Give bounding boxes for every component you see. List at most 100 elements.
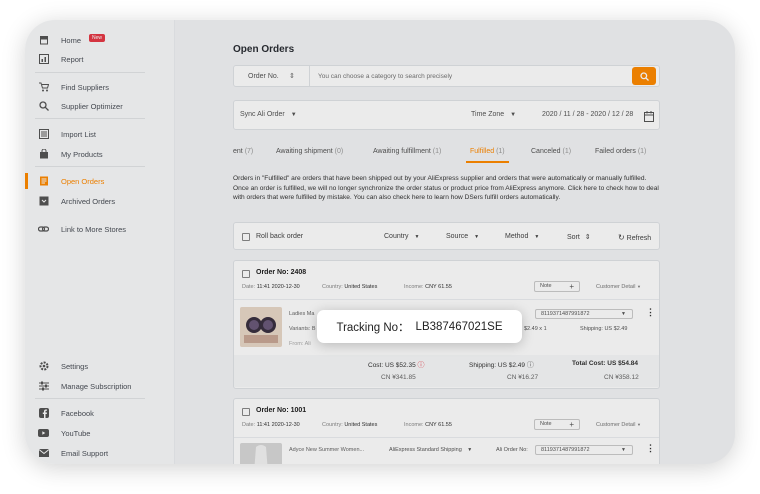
sidebar-item-label: Archived Orders bbox=[61, 196, 116, 206]
ali-order-label: Ali Order No: bbox=[496, 447, 528, 453]
divider bbox=[35, 118, 145, 119]
note-button[interactable]: Note + bbox=[534, 281, 580, 292]
date-range-input[interactable]: 2020 / 11 / 28 - 2020 / 12 / 28 bbox=[542, 111, 633, 118]
order-date: Date: 11:41 2020-12-30 bbox=[242, 422, 300, 428]
source-label: Source bbox=[446, 233, 469, 240]
sidebar-item-archived-orders[interactable]: Archived Orders bbox=[25, 191, 175, 211]
sidebar-item-email-support[interactable]: Email Support bbox=[25, 443, 175, 463]
search-category-select[interactable]: Order No. ⇕ bbox=[234, 66, 310, 86]
product-name[interactable]: Adyce New Summer Women... bbox=[289, 447, 364, 453]
sort-filter[interactable]: Sort ⇕ bbox=[567, 233, 591, 241]
order-number: Order No: 1001 bbox=[256, 407, 307, 414]
sidebar-item-find-suppliers[interactable]: Find Suppliers bbox=[25, 77, 175, 97]
search-input[interactable] bbox=[318, 66, 628, 86]
tab-label: Awaiting shipment bbox=[276, 148, 333, 155]
sidebar-item-supplier-optimizer[interactable]: Supplier Optimizer bbox=[25, 96, 175, 116]
sidebar-item-label: My Products bbox=[61, 149, 103, 159]
tab-count: (7) bbox=[244, 148, 254, 155]
facebook-icon bbox=[38, 408, 49, 419]
sidebar-item-home[interactable]: Home New bbox=[25, 30, 175, 50]
customer-detail-toggle[interactable]: Customer Detail ▼ bbox=[596, 422, 641, 428]
order-country: Country: United States bbox=[322, 422, 378, 428]
timezone-select[interactable]: Time Zone ▼ bbox=[471, 111, 516, 118]
order-country: Country: United States bbox=[322, 284, 378, 290]
sidebar-item-import-list[interactable]: Import List bbox=[25, 124, 175, 144]
sidebar-item-open-orders[interactable]: Open Orders bbox=[25, 171, 175, 191]
plus-icon: + bbox=[569, 282, 574, 291]
mail-icon bbox=[38, 448, 49, 459]
bag-icon bbox=[38, 149, 49, 160]
sidebar-item-manage-subscription[interactable]: Manage Subscription bbox=[25, 376, 175, 396]
info-icon: ⓘ bbox=[526, 362, 534, 369]
sidebar-item-label: Link to More Stores bbox=[61, 224, 127, 234]
tab-label: Failed orders bbox=[595, 148, 636, 155]
total-cost-cny: CN ¥358.12 bbox=[604, 374, 639, 381]
sort-arrows-icon: ⇕ bbox=[584, 234, 591, 241]
sidebar-item-youtube[interactable]: YouTube bbox=[25, 423, 175, 443]
sidebar-item-my-products[interactable]: My Products bbox=[25, 144, 175, 164]
tab-count: (1) bbox=[562, 148, 572, 155]
country-filter[interactable]: Country ▼ bbox=[384, 233, 419, 240]
more-options-icon[interactable]: ⋮ bbox=[646, 443, 655, 454]
tab-canceled[interactable]: Canceled (1) bbox=[531, 148, 571, 155]
sidebar-item-label: Import List bbox=[61, 129, 97, 139]
ali-order-id-field[interactable]: 8119371487991872 ▼ bbox=[535, 309, 633, 319]
filter-bar: Sync Ali Order ▼ Time Zone ▼ 2020 / 11 /… bbox=[233, 100, 660, 130]
tab-count: (1) bbox=[432, 148, 442, 155]
sidebar-item-label: Find Suppliers bbox=[61, 82, 109, 92]
archive-icon bbox=[38, 196, 49, 207]
sidebar-item-settings[interactable]: Settings bbox=[25, 356, 175, 376]
product-image bbox=[240, 443, 282, 464]
sync-label: Sync Ali Order bbox=[240, 111, 285, 118]
note-button[interactable]: Note + bbox=[534, 419, 580, 430]
sidebar-item-link-stores[interactable]: Link to More Stores bbox=[25, 219, 175, 239]
search-button[interactable] bbox=[632, 67, 656, 85]
sync-ali-order-select[interactable]: Sync Ali Order ▼ bbox=[240, 111, 297, 118]
tab-fulfilled[interactable]: Fulfilled (1) bbox=[466, 148, 509, 163]
caret-down-icon: ▼ bbox=[621, 447, 626, 453]
main-content: Open Orders Order No. ⇕ Sync Ali Order ▼… bbox=[175, 20, 735, 464]
order-checkbox[interactable] bbox=[242, 408, 250, 416]
sidebar-item-facebook[interactable]: Facebook bbox=[25, 403, 175, 423]
product-shipping: Shipping: US $2.49 bbox=[580, 326, 628, 332]
product-name[interactable]: Ladies Ma bbox=[289, 311, 314, 317]
refresh-button[interactable]: ↻ Refresh bbox=[618, 233, 651, 242]
tab-awaiting-fulfillment[interactable]: Awaiting fulfillment (1) bbox=[373, 148, 441, 155]
calendar-icon[interactable] bbox=[644, 109, 654, 127]
tab-awaiting-shipment[interactable]: Awaiting shipment (0) bbox=[276, 148, 343, 155]
tab-count: (1) bbox=[637, 148, 647, 155]
rollback-order-button[interactable]: Roll back order bbox=[256, 233, 303, 240]
select-all-checkbox[interactable] bbox=[242, 233, 250, 241]
source-filter[interactable]: Source ▼ bbox=[446, 233, 479, 240]
plus-icon: + bbox=[569, 420, 574, 429]
sort-arrows-icon: ⇕ bbox=[289, 73, 295, 80]
search-category-label: Order No. bbox=[248, 72, 279, 80]
divider bbox=[35, 72, 145, 73]
sort-label: Sort bbox=[567, 234, 580, 241]
caret-down-icon: ▼ bbox=[510, 112, 517, 118]
order-icon bbox=[38, 176, 49, 187]
chart-icon bbox=[38, 54, 49, 65]
order-checkbox[interactable] bbox=[242, 270, 250, 278]
shipping-usd: Shipping: US $2.49 ⓘ bbox=[469, 362, 534, 369]
refresh-icon: ↻ bbox=[618, 233, 625, 242]
shipping-method-select[interactable]: AliExpress Standard Shipping ▼ bbox=[389, 447, 472, 453]
sidebar-item-report[interactable]: Report bbox=[25, 49, 175, 69]
ali-order-id-field[interactable]: 8119371487991872 ▼ bbox=[535, 445, 633, 455]
order-income: Income: CNY 61.55 bbox=[404, 284, 452, 290]
caret-down-icon: ▼ bbox=[290, 112, 297, 118]
timezone-label: Time Zone bbox=[471, 111, 505, 118]
customer-detail-toggle[interactable]: Customer Detail ▼ bbox=[596, 284, 641, 290]
new-badge: New bbox=[89, 34, 106, 42]
product-source: From: Ali bbox=[289, 341, 311, 347]
sidebar-item-label: Email Support bbox=[61, 448, 109, 458]
more-options-icon[interactable]: ⋮ bbox=[646, 307, 655, 318]
tab-all[interactable]: ent (7) bbox=[233, 148, 253, 155]
list-icon bbox=[38, 129, 49, 140]
method-filter[interactable]: Method ▼ bbox=[505, 233, 539, 240]
link-icon bbox=[38, 224, 49, 235]
info-icon: ⓘ bbox=[417, 362, 425, 369]
tab-failed-orders[interactable]: Failed orders (1) bbox=[595, 148, 646, 155]
order-income: Income: CNY 61.55 bbox=[404, 422, 452, 428]
tab-count: (0) bbox=[334, 148, 344, 155]
